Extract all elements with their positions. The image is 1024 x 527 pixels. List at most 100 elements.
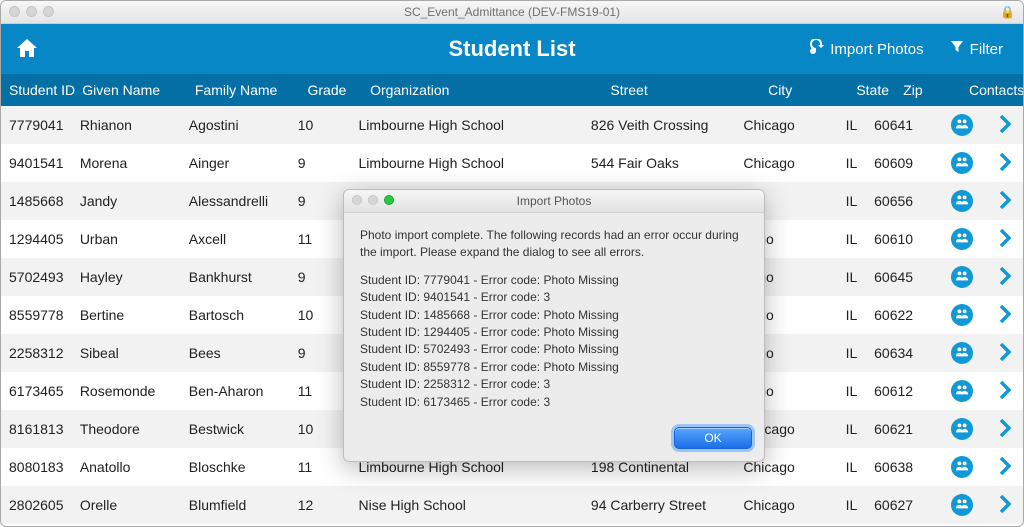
cell-given: Sibeal [80, 345, 189, 361]
window-close-dot[interactable] [9, 6, 20, 17]
people-icon [955, 117, 969, 134]
people-icon [955, 155, 969, 172]
cell-zip: 60621 [874, 421, 938, 437]
cell-given: Anatollo [80, 459, 189, 475]
cell-id: 6173465 [1, 383, 80, 399]
dialog-titlebar: Import Photos [344, 190, 764, 213]
col-city[interactable]: City [768, 82, 856, 98]
col-zip[interactable]: Zip [903, 82, 969, 98]
cell-grade: 9 [298, 269, 349, 285]
cell-state: IL [829, 345, 874, 361]
dialog-ok-button[interactable]: OK [674, 427, 752, 449]
cell-org: Limbourne High School [349, 155, 591, 171]
dialog-min-dot[interactable] [368, 195, 378, 205]
row-open-button[interactable] [998, 417, 1012, 442]
cell-org: Limbourne High School [349, 117, 591, 133]
chevron-right-icon [998, 388, 1012, 404]
cell-family: Ben-Aharon [189, 383, 298, 399]
col-family[interactable]: Family Name [195, 82, 308, 98]
col-grade[interactable]: Grade [308, 82, 361, 98]
cell-id: 1294405 [1, 231, 80, 247]
contacts-button[interactable] [951, 152, 973, 174]
chevron-right-icon [998, 160, 1012, 176]
table-row[interactable]: 9401541 Morena Ainger 9 Limbourne High S… [1, 144, 1023, 182]
cell-grade: 9 [298, 155, 349, 171]
table-row[interactable]: 2802605 Orelle Blumfield 12 Nise High Sc… [1, 486, 1023, 524]
cell-given: Jandy [80, 193, 189, 209]
cell-zip: 60612 [874, 383, 938, 399]
row-open-button[interactable] [998, 265, 1012, 290]
contacts-button[interactable] [951, 304, 973, 326]
row-open-button[interactable] [998, 493, 1012, 518]
app-header: Student List Import Photos Filter [1, 24, 1023, 74]
col-id[interactable]: Student ID [1, 82, 82, 98]
contacts-button[interactable] [951, 266, 973, 288]
row-open-button[interactable] [998, 379, 1012, 404]
cell-zip: 60627 [874, 497, 938, 513]
cell-given: Theodore [80, 421, 189, 437]
filter-label: Filter [970, 41, 1003, 58]
chevron-right-icon [998, 236, 1012, 252]
row-open-button[interactable] [998, 151, 1012, 176]
cell-grade: 11 [298, 383, 349, 399]
cell-org: Nise High School [349, 497, 591, 513]
import-icon [808, 39, 824, 59]
cell-zip: 60609 [874, 155, 938, 171]
cell-id: 8161813 [1, 421, 80, 437]
contacts-button[interactable] [951, 190, 973, 212]
window-title: SC_Event_Admittance (DEV-FMS19-01) [1, 5, 1023, 19]
row-open-button[interactable] [998, 455, 1012, 480]
cell-state: IL [829, 155, 874, 171]
column-header: Student ID Given Name Family Name Grade … [1, 74, 1023, 106]
contacts-button[interactable] [951, 228, 973, 250]
filter-button[interactable]: Filter [950, 40, 1003, 58]
cell-id: 8080183 [1, 459, 80, 475]
people-icon [955, 231, 969, 248]
table-row[interactable]: 7779041 Rhianon Agostini 10 Limbourne Hi… [1, 106, 1023, 144]
cell-family: Bees [189, 345, 298, 361]
home-button[interactable] [1, 37, 53, 62]
chevron-right-icon [998, 122, 1012, 138]
cell-zip: 60641 [874, 117, 938, 133]
dialog-zoom-dot[interactable] [384, 195, 394, 205]
contacts-button[interactable] [951, 418, 973, 440]
contacts-button[interactable] [951, 380, 973, 402]
col-street[interactable]: Street [610, 82, 768, 98]
cell-id: 2258312 [1, 345, 80, 361]
col-given[interactable]: Given Name [82, 82, 195, 98]
cell-zip: 60645 [874, 269, 938, 285]
cell-grade: 10 [298, 117, 349, 133]
cell-city: Chicago [743, 155, 828, 171]
cell-state: IL [829, 193, 874, 209]
cell-given: Bertine [80, 307, 189, 323]
contacts-button[interactable] [951, 342, 973, 364]
contacts-button[interactable] [951, 456, 973, 478]
import-photos-button[interactable]: Import Photos [808, 39, 923, 59]
col-state[interactable]: State [856, 82, 903, 98]
row-open-button[interactable] [998, 341, 1012, 366]
row-open-button[interactable] [998, 303, 1012, 328]
people-icon [955, 421, 969, 438]
col-contacts[interactable]: Contacts [969, 82, 1023, 98]
cell-family: Alessandrelli [189, 193, 298, 209]
import-errors-dialog: Import Photos Photo import complete. The… [343, 189, 765, 462]
people-icon [955, 497, 969, 514]
cell-family: Bestwick [189, 421, 298, 437]
contacts-button[interactable] [951, 494, 973, 516]
contacts-button[interactable] [951, 114, 973, 136]
cell-grade: 10 [298, 421, 349, 437]
chevron-right-icon [998, 426, 1012, 442]
chevron-right-icon [998, 198, 1012, 214]
row-open-button[interactable] [998, 189, 1012, 214]
col-org[interactable]: Organization [360, 82, 610, 98]
row-open-button[interactable] [998, 227, 1012, 252]
window-max-dot[interactable] [43, 6, 54, 17]
people-icon [955, 345, 969, 362]
window-min-dot[interactable] [26, 6, 37, 17]
dialog-close-dot[interactable] [352, 195, 362, 205]
row-open-button[interactable] [998, 113, 1012, 138]
cell-id: 9401541 [1, 155, 80, 171]
chevron-right-icon [998, 502, 1012, 518]
cell-family: Blumfield [189, 497, 298, 513]
people-icon [955, 307, 969, 324]
